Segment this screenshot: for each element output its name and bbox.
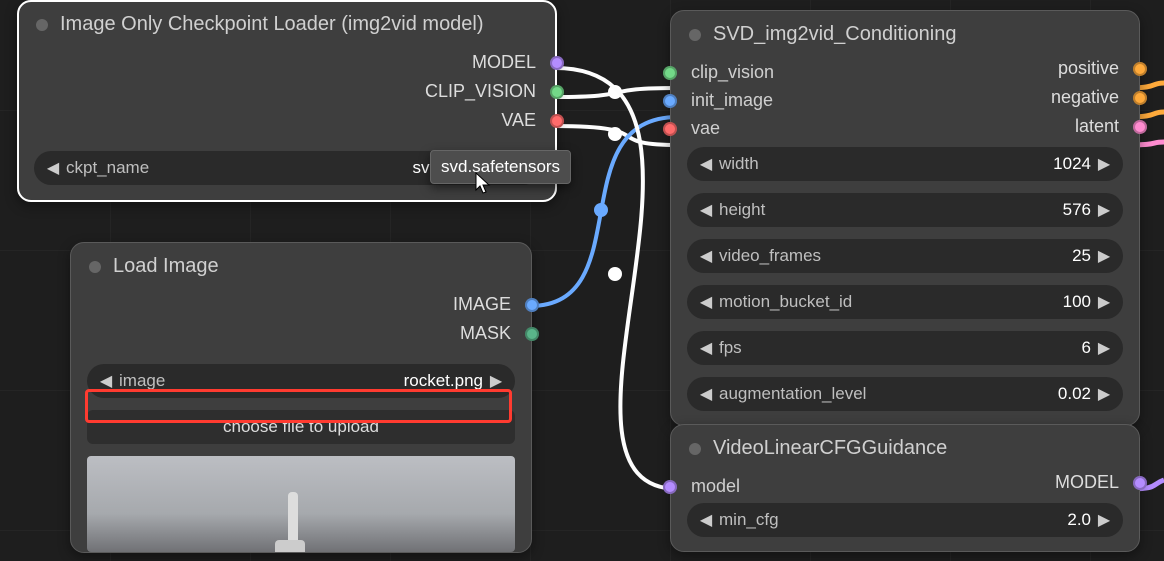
widget-image[interactable]: ◀ image rocket.png ▶ bbox=[87, 364, 515, 398]
widget-motion-bucket-id[interactable]: ◀ motion_bucket_id 100 ▶ bbox=[687, 285, 1123, 319]
tooltip: svd.safetensors bbox=[430, 150, 571, 184]
output-model[interactable]: MODEL bbox=[671, 468, 1139, 497]
image-preview bbox=[87, 456, 515, 552]
graph-canvas[interactable]: Image Only Checkpoint Loader (img2vid mo… bbox=[0, 0, 1164, 561]
port-latent-icon[interactable] bbox=[1133, 120, 1147, 134]
port-image-icon[interactable] bbox=[525, 298, 539, 312]
chevron-right-icon[interactable]: ▶ bbox=[1095, 292, 1113, 312]
chevron-right-icon[interactable]: ▶ bbox=[1095, 246, 1113, 266]
output-vae[interactable]: VAE bbox=[18, 106, 556, 135]
collapse-toggle-icon[interactable] bbox=[36, 19, 48, 31]
port-model-icon[interactable] bbox=[550, 56, 564, 70]
node-load-image[interactable]: Load Image IMAGE MASK ◀ image rocket.png… bbox=[70, 242, 532, 553]
node-title-label: SVD_img2vid_Conditioning bbox=[713, 23, 956, 46]
chevron-left-icon[interactable]: ◀ bbox=[697, 510, 715, 530]
output-positive[interactable]: positive bbox=[671, 54, 1139, 83]
chevron-right-icon[interactable]: ▶ bbox=[1095, 510, 1113, 530]
output-model[interactable]: MODEL bbox=[18, 48, 556, 77]
port-clip-vision-icon[interactable] bbox=[550, 85, 564, 99]
node-title[interactable]: SVD_img2vid_Conditioning bbox=[671, 11, 1139, 54]
widget-augmentation-level[interactable]: ◀ augmentation_level 0.02 ▶ bbox=[687, 377, 1123, 411]
port-vae-icon[interactable] bbox=[550, 114, 564, 128]
collapse-toggle-icon[interactable] bbox=[689, 443, 701, 455]
chevron-left-icon[interactable]: ◀ bbox=[697, 154, 715, 174]
port-positive-icon[interactable] bbox=[1133, 62, 1147, 76]
collapse-toggle-icon[interactable] bbox=[89, 261, 101, 273]
output-latent[interactable]: latent bbox=[671, 112, 1139, 141]
chevron-left-icon[interactable]: ◀ bbox=[697, 200, 715, 220]
output-clip-vision[interactable]: CLIP_VISION bbox=[18, 77, 556, 106]
widget-video-frames[interactable]: ◀ video_frames 25 ▶ bbox=[687, 239, 1123, 273]
port-model-icon[interactable] bbox=[1133, 476, 1147, 490]
chevron-left-icon[interactable]: ◀ bbox=[697, 338, 715, 358]
output-image[interactable]: IMAGE bbox=[71, 290, 531, 319]
node-title[interactable]: VideoLinearCFGGuidance bbox=[671, 425, 1139, 468]
chevron-right-icon[interactable]: ▶ bbox=[487, 371, 505, 391]
widget-min-cfg[interactable]: ◀ min_cfg 2.0 ▶ bbox=[687, 503, 1123, 537]
node-svd-conditioning[interactable]: SVD_img2vid_Conditioning clip_vision pos… bbox=[670, 10, 1140, 426]
chevron-left-icon[interactable]: ◀ bbox=[44, 158, 62, 178]
widget-height[interactable]: ◀ height 576 ▶ bbox=[687, 193, 1123, 227]
node-title-label: VideoLinearCFGGuidance bbox=[713, 437, 947, 460]
chevron-left-icon[interactable]: ◀ bbox=[697, 292, 715, 312]
node-title-label: Load Image bbox=[113, 255, 219, 278]
port-negative-icon[interactable] bbox=[1133, 91, 1147, 105]
node-title[interactable]: Image Only Checkpoint Loader (img2vid mo… bbox=[18, 1, 556, 44]
chevron-left-icon[interactable]: ◀ bbox=[697, 246, 715, 266]
chevron-right-icon[interactable]: ▶ bbox=[1095, 200, 1113, 220]
node-title-label: Image Only Checkpoint Loader (img2vid mo… bbox=[60, 13, 484, 36]
chevron-right-icon[interactable]: ▶ bbox=[1095, 384, 1113, 404]
output-mask[interactable]: MASK bbox=[71, 319, 531, 348]
collapse-toggle-icon[interactable] bbox=[689, 29, 701, 41]
widget-width[interactable]: ◀ width 1024 ▶ bbox=[687, 147, 1123, 181]
chevron-left-icon[interactable]: ◀ bbox=[97, 371, 115, 391]
chevron-right-icon[interactable]: ▶ bbox=[1095, 338, 1113, 358]
chevron-right-icon[interactable]: ▶ bbox=[1095, 154, 1113, 174]
port-mask-icon[interactable] bbox=[525, 327, 539, 341]
widget-fps[interactable]: ◀ fps 6 ▶ bbox=[687, 331, 1123, 365]
chevron-left-icon[interactable]: ◀ bbox=[697, 384, 715, 404]
node-video-linear-cfg-guidance[interactable]: VideoLinearCFGGuidance model MODEL ◀ min… bbox=[670, 424, 1140, 552]
output-negative[interactable]: negative bbox=[671, 83, 1139, 112]
upload-button[interactable]: choose file to upload bbox=[87, 410, 515, 444]
node-title[interactable]: Load Image bbox=[71, 243, 531, 286]
